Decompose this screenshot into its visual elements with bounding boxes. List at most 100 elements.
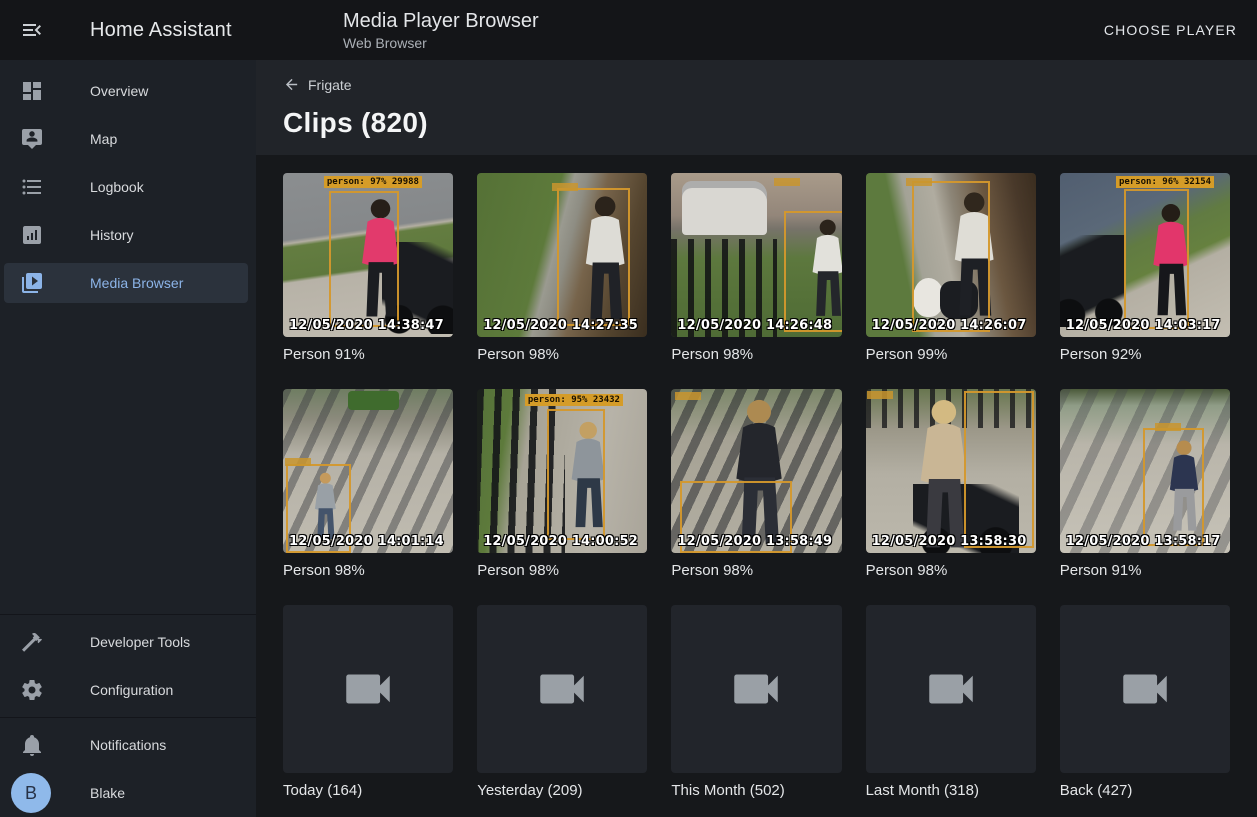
folder-thumb [283,605,453,773]
folder-card-this-month-502[interactable]: This Month (502) [671,605,841,799]
clip-caption: Person 98% [283,562,453,579]
detection-chip: person: 96% 32154 [1116,176,1214,188]
menu-open-icon [20,18,44,42]
detection-bbox [557,188,630,326]
sidebar-item-icon [20,79,44,103]
topbar-left: Home Assistant [0,18,256,42]
clip-caption: Person 92% [1060,346,1230,363]
topbar-heading-block: Media Player Browser Web Browser [256,10,1104,51]
detection-minichip [285,458,311,466]
sidebar-divider [0,614,256,615]
sidebar-item-icon [20,175,44,199]
clip-timestamp: 12/05/2020 14:03:17 [1066,318,1221,333]
clips-grid: person: 97% 29988 12/05/2020 14:38:47 Pe… [283,173,1230,799]
clip-card[interactable]: 12/05/2020 14:26:07 Person 99% [866,173,1036,363]
clip-card[interactable]: 12/05/2020 14:26:48 Person 98% [671,173,841,363]
app-title: Home Assistant [90,19,232,42]
clip-thumb: 12/05/2020 13:58:49 [671,389,841,553]
sidebar-item-history[interactable]: History [0,211,256,259]
profile-item[interactable]: B Blake [0,769,256,817]
page-title: Clips (820) [283,107,1237,139]
clip-timestamp: 12/05/2020 13:58:49 [677,534,832,549]
folder-card-today-164[interactable]: Today (164) [283,605,453,799]
clip-caption: Person 99% [866,346,1036,363]
detection-bbox [329,191,399,327]
detection-bbox [912,181,990,332]
folder-caption: Yesterday (209) [477,782,647,799]
topbar: Home Assistant Media Player Browser Web … [0,0,1257,60]
breadcrumb-label: Frigate [308,77,352,93]
folder-card-back-427[interactable]: Back (427) [1060,605,1230,799]
detection-bbox [1124,189,1189,328]
clip-timestamp: 12/05/2020 14:27:35 [483,318,638,333]
sidebar-item-icon [20,223,44,247]
sidebar-item-icon [20,678,44,702]
clip-card[interactable]: 12/05/2020 14:01:14 Person 98% [283,389,453,579]
sidebar-toggle-button[interactable] [20,18,44,42]
notifications-label: Notifications [90,737,166,753]
sidebar-item-icon [20,630,44,654]
app-root: Home Assistant Media Player Browser Web … [0,0,1257,817]
clip-thumb: person: 96% 32154 12/05/2020 14:03:17 [1060,173,1230,337]
clip-caption: Person 98% [671,346,841,363]
folder-card-yesterday-209[interactable]: Yesterday (209) [477,605,647,799]
choose-player-button[interactable]: CHOOSE PLAYER [1104,22,1237,38]
clip-card[interactable]: 12/05/2020 13:58:49 Person 98% [671,389,841,579]
sidebar-item-configuration[interactable]: Configuration [0,666,256,714]
clip-caption: Person 91% [283,346,453,363]
browser-heading: Media Player Browser [343,10,1104,33]
arrow-left-icon [283,76,300,93]
clip-card[interactable]: person: 97% 29988 12/05/2020 14:38:47 Pe… [283,173,453,363]
sidebar-item-media-browser[interactable]: Media Browser [0,259,256,307]
sidebar-item-label: Logbook [90,179,144,195]
sidebar-item-overview[interactable]: Overview [0,67,256,115]
sidebar-item-map[interactable]: Map [0,115,256,163]
folder-caption: Today (164) [283,782,453,799]
clip-timestamp: 12/05/2020 14:26:07 [872,318,1027,333]
sidebar-item-label: Media Browser [90,275,183,291]
videocam-icon [727,660,785,718]
sidebar-item-label: Map [90,131,117,147]
prop-car [682,181,767,235]
clip-thumb: 12/05/2020 14:26:48 [671,173,841,337]
clip-thumb: person: 97% 29988 12/05/2020 14:38:47 [283,173,453,337]
clip-card[interactable]: 12/05/2020 14:27:35 Person 98% [477,173,647,363]
clip-caption: Person 98% [477,562,647,579]
sidebar-item-label: Configuration [90,682,173,698]
clip-card[interactable]: 12/05/2020 13:58:17 Person 91% [1060,389,1230,579]
content-header: Frigate Clips (820) [256,60,1257,155]
clip-caption: Person 98% [866,562,1036,579]
videocam-icon [922,660,980,718]
clip-card[interactable]: person: 96% 32154 12/05/2020 14:03:17 Pe… [1060,173,1230,363]
detection-minichip [675,392,701,400]
clip-thumb: 12/05/2020 14:26:07 [866,173,1036,337]
clip-thumb: 12/05/2020 13:58:17 [1060,389,1230,553]
sidebar-main-nav: Overview Map Logbook History Media Brows… [0,67,256,307]
sidebar-item-icon [20,127,44,151]
breadcrumb-back[interactable]: Frigate [283,76,352,93]
videocam-icon [1116,660,1174,718]
sidebar-item-notifications[interactable]: Notifications [0,721,256,769]
avatar: B [11,773,51,813]
folder-thumb [1060,605,1230,773]
folder-caption: This Month (502) [671,782,841,799]
clip-timestamp: 12/05/2020 14:01:14 [289,534,444,549]
clip-card[interactable]: 12/05/2020 13:58:30 Person 98% [866,389,1036,579]
sidebar-item-label: History [90,227,134,243]
detection-bbox [784,211,842,332]
clip-timestamp: 12/05/2020 14:26:48 [677,318,832,333]
folder-card-last-month-318[interactable]: Last Month (318) [866,605,1036,799]
prop-stroller-left [1060,235,1125,327]
clip-card[interactable]: person: 95% 23432 12/05/2020 14:00:52 Pe… [477,389,647,579]
sidebar-item-developer-tools[interactable]: Developer Tools [0,618,256,666]
sidebar-item-label: Developer Tools [90,634,190,650]
detection-minichip [906,178,932,186]
videocam-icon [533,660,591,718]
clip-timestamp: 12/05/2020 13:58:17 [1066,534,1221,549]
sidebar-item-logbook[interactable]: Logbook [0,163,256,211]
clip-thumb: 12/05/2020 13:58:30 [866,389,1036,553]
detection-minichip [552,183,578,191]
browser-subheading: Web Browser [343,35,1104,51]
clip-caption: Person 98% [477,346,647,363]
sidebar-tools-nav: Developer Tools Configuration [0,618,256,714]
